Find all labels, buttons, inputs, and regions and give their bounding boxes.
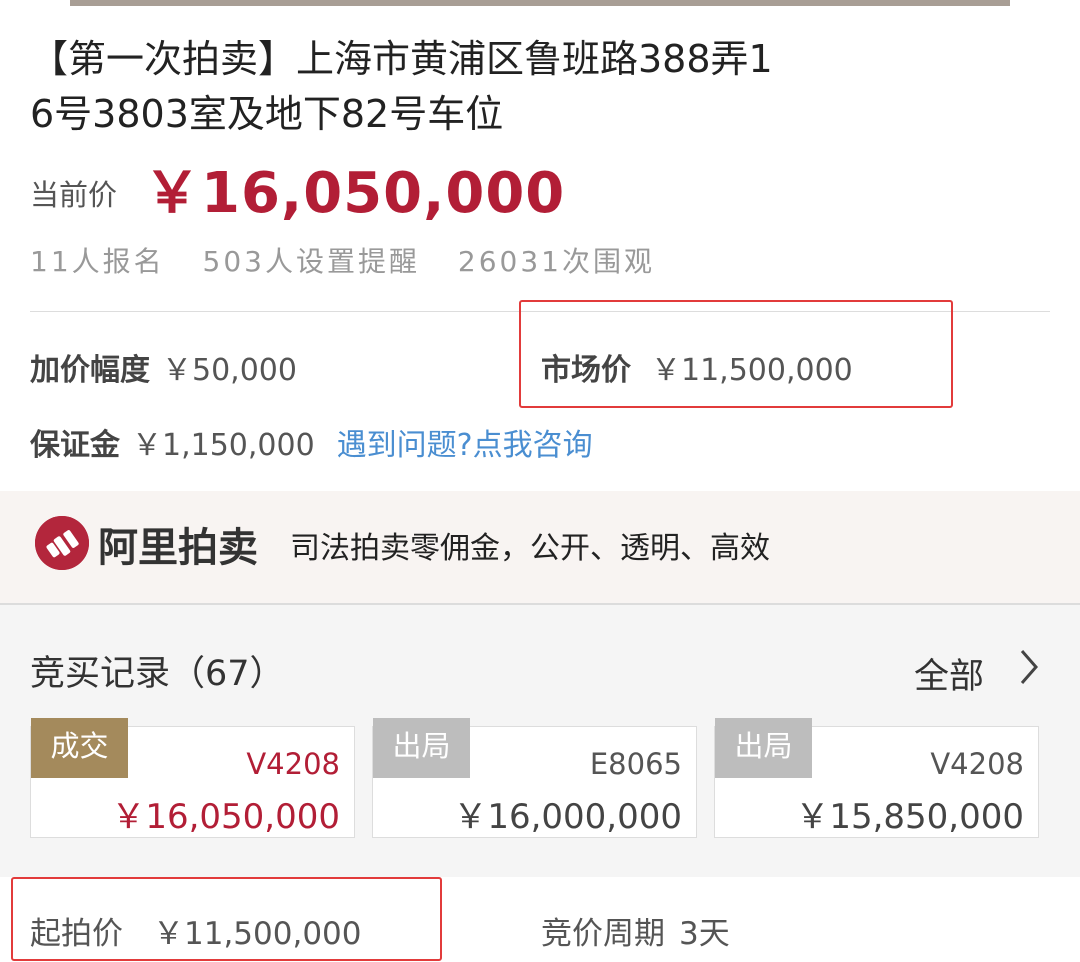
bid-status-badge: 成交 bbox=[31, 718, 128, 778]
bid-amount: ￥16,000,000 bbox=[453, 797, 682, 837]
bid-amount: ￥16,050,000 bbox=[111, 797, 340, 837]
chevron-right-icon[interactable] bbox=[1018, 648, 1040, 690]
bid-amount: ￥15,850,000 bbox=[795, 797, 1024, 837]
ali-auction-logo-icon bbox=[35, 516, 89, 570]
bid-status-badge: 出局 bbox=[373, 718, 470, 778]
increment-value: ￥50,000 bbox=[162, 353, 297, 388]
bid-record-card: 出局 V4208 ￥15,850,000 bbox=[714, 718, 1039, 838]
signup-count: 11人报名 bbox=[30, 245, 165, 278]
bid-period-row: 竞价周期 3天 bbox=[541, 908, 730, 953]
bid-period-label: 竞价周期 bbox=[541, 916, 665, 952]
current-price-value: ￥16,050,000 bbox=[144, 161, 566, 226]
reminder-count: 503人设置提醒 bbox=[202, 245, 420, 278]
deposit-value: ￥1,150,000 bbox=[132, 428, 315, 463]
listing-photo-edge bbox=[0, 0, 1080, 6]
bidder-code: V4208 bbox=[246, 747, 340, 781]
bid-records-title: 竞买记录（67） bbox=[30, 654, 285, 694]
increment-label: 加价幅度 bbox=[30, 353, 150, 388]
listing-title-line1: 【第一次拍卖】上海市黄浦区鲁班路388弄1 bbox=[30, 37, 773, 81]
bid-status-badge: 出局 bbox=[715, 718, 812, 778]
deposit-label: 保证金 bbox=[30, 428, 120, 463]
view-count: 26031次围观 bbox=[457, 245, 655, 278]
bidder-code: V4208 bbox=[930, 747, 1024, 781]
start-price-highlight-box bbox=[11, 877, 442, 961]
view-all-link[interactable]: 全部 bbox=[914, 648, 984, 699]
market-price-highlight-box bbox=[519, 300, 953, 408]
consult-link[interactable]: 遇到问题?点我咨询 bbox=[337, 428, 593, 463]
listing-title-line2: 6号3803室及地下82号车位 bbox=[30, 92, 504, 136]
listing-title: 【第一次拍卖】上海市黄浦区鲁班路388弄1 6号3803室及地下82号车位 bbox=[30, 32, 830, 142]
bidder-code: E8065 bbox=[589, 747, 682, 781]
bid-record-card: 成交 V4208 ￥16,050,000 bbox=[30, 718, 355, 838]
current-price-label: 当前价 bbox=[30, 178, 118, 212]
increment-row: 加价幅度 ￥50,000 bbox=[30, 345, 297, 389]
banner-slogan: 司法拍卖零佣金，公开、透明、高效 bbox=[290, 531, 770, 566]
bid-record-card: 出局 E8065 ￥16,000,000 bbox=[372, 718, 697, 838]
ali-auction-brand: 阿里拍卖 bbox=[98, 525, 258, 571]
bid-period-value: 3天 bbox=[679, 916, 730, 952]
ali-auction-banner: 阿里拍卖 司法拍卖零佣金，公开、透明、高效 bbox=[0, 491, 1080, 605]
bid-records-section: 竞买记录（67） 全部 成交 V4208 ￥16,050,000 出局 E806… bbox=[0, 605, 1080, 877]
auction-stats: 11人报名 503人设置提醒 26031次围观 bbox=[30, 240, 681, 280]
deposit-row: 保证金 ￥1,150,000 遇到问题?点我咨询 bbox=[30, 420, 593, 464]
